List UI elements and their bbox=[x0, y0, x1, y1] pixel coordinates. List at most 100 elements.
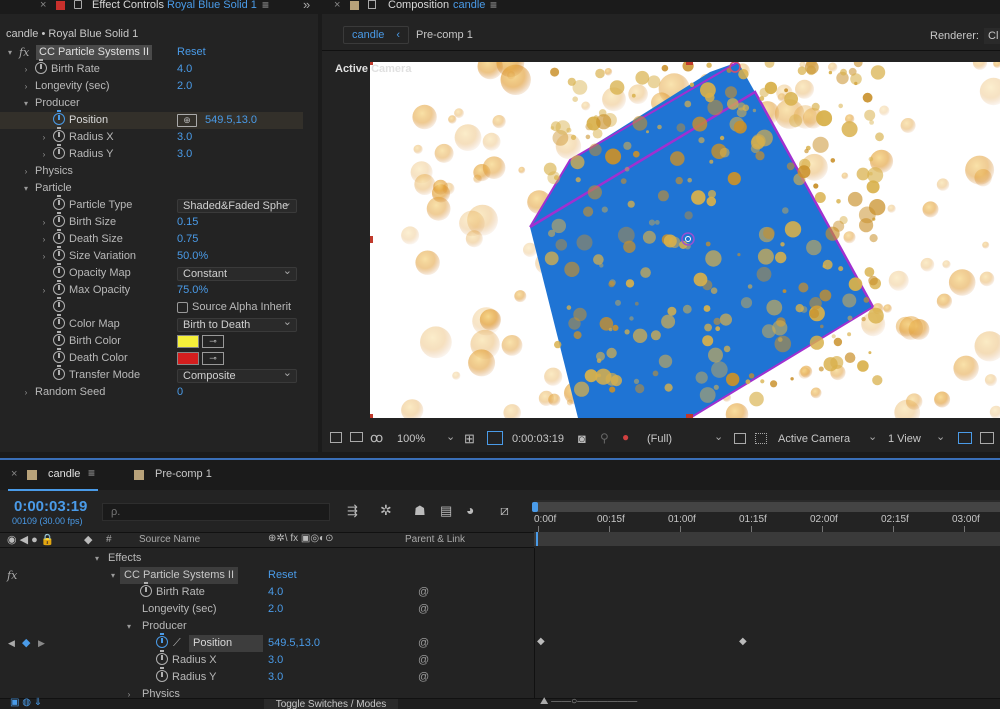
expand-arrow-icon[interactable]: › bbox=[21, 61, 31, 78]
tl-radius-y-value[interactable]: 3.0 bbox=[268, 669, 283, 686]
tl-radius-x-value[interactable]: 3.0 bbox=[268, 652, 283, 669]
tl-position-value[interactable]: 549.5,13.0 bbox=[268, 635, 320, 652]
eyedropper-icon[interactable]: ⊸ bbox=[202, 335, 224, 348]
opacity-map-dropdown[interactable]: Constant bbox=[177, 265, 297, 281]
expand-arrow-icon[interactable]: › bbox=[39, 129, 49, 146]
comp-mini-flowchart-icon[interactable]: ⇶ bbox=[347, 503, 358, 519]
chevron-down-icon[interactable]: ⌄ bbox=[868, 430, 877, 443]
composition-tab[interactable]: × Composition candle ≡ bbox=[322, 0, 1000, 14]
panel-menu-icon[interactable]: ≡ bbox=[262, 0, 269, 12]
effect-controls-tab[interactable]: × Effect Controls Royal Blue Solid 1 ≡ bbox=[0, 0, 318, 14]
transparency-grid-icon[interactable] bbox=[755, 433, 767, 444]
stopwatch-active-icon[interactable] bbox=[53, 110, 65, 125]
size-variation-value[interactable]: 50.0% bbox=[177, 248, 208, 265]
mask-visibility-icon[interactable]: ꝏ bbox=[370, 430, 383, 446]
pickwhip-icon[interactable]: @ bbox=[418, 635, 429, 652]
crosshair-icon[interactable]: ⊕ bbox=[177, 114, 197, 127]
graph-icon[interactable]: ⟋ bbox=[173, 635, 181, 652]
graph-editor-icon[interactable]: ⧄ bbox=[500, 502, 509, 519]
monitor-icon[interactable] bbox=[350, 432, 363, 442]
position-value[interactable]: 549.5,13.0 bbox=[205, 112, 257, 129]
ec-group-particle[interactable]: ▾ Particle bbox=[0, 180, 303, 197]
chevron-down-icon[interactable]: ⌄ bbox=[714, 430, 723, 443]
fx-icon[interactable]: fx bbox=[19, 44, 29, 61]
work-area-start-handle[interactable] bbox=[532, 502, 538, 512]
safe-margins-icon[interactable]: ⊞ bbox=[464, 431, 475, 447]
panel-menu-icon[interactable]: ≡ bbox=[88, 466, 95, 480]
snapshot-icon[interactable]: ◙ bbox=[578, 431, 586, 446]
draft-3d-icon[interactable]: ✲ bbox=[380, 502, 392, 519]
expand-panels-icon[interactable]: » bbox=[303, 0, 310, 12]
lock-icon[interactable] bbox=[368, 0, 376, 9]
channel-icon[interactable]: ● bbox=[622, 430, 629, 444]
pickwhip-icon[interactable]: @ bbox=[418, 669, 429, 686]
composition-viewer[interactable] bbox=[370, 62, 1000, 418]
stopwatch-active-icon[interactable] bbox=[156, 633, 168, 648]
zoom-dropdown[interactable]: 100% bbox=[397, 433, 425, 445]
work-area-bar[interactable] bbox=[534, 502, 1000, 512]
max-opacity-value[interactable]: 75.0% bbox=[177, 282, 208, 299]
pickwhip-icon[interactable]: @ bbox=[418, 652, 429, 669]
birth-color-swatch[interactable] bbox=[177, 335, 199, 348]
fast-preview-icon[interactable] bbox=[734, 433, 746, 444]
particle-type-dropdown[interactable]: Shaded&Faded Sphe bbox=[177, 197, 297, 213]
keyframe[interactable]: ◆ bbox=[739, 636, 747, 647]
keyframe[interactable]: ◆ bbox=[537, 636, 545, 647]
eyedropper-icon[interactable]: ⊸ bbox=[202, 352, 224, 365]
toggle-pixel-aspect-icon[interactable] bbox=[958, 432, 972, 444]
av-switches-icon[interactable]: ◉ ◀ ● 🔒 bbox=[7, 533, 55, 546]
timeline-reset-link[interactable]: Reset bbox=[268, 567, 297, 584]
toggle-switches-modes-button[interactable]: Toggle Switches / Modes bbox=[264, 699, 398, 709]
color-map-dropdown[interactable]: Birth to Death bbox=[177, 316, 297, 332]
ec-group-physics[interactable]: › Physics bbox=[0, 163, 303, 180]
layer-switches-pane-icon[interactable]: ▣ ◍ ⇓ bbox=[10, 697, 42, 708]
motion-blur-icon[interactable]: ◕ bbox=[466, 502, 474, 518]
source-alpha-checkbox[interactable] bbox=[177, 302, 188, 313]
tl-row-effects[interactable]: ▾ Effects bbox=[0, 550, 534, 567]
stopwatch-icon[interactable] bbox=[140, 582, 152, 597]
renderer-dropdown[interactable]: Cl bbox=[984, 28, 1000, 44]
transfer-mode-dropdown[interactable]: Composite bbox=[177, 367, 297, 383]
timeline-timecode[interactable]: 0:00:03:19 bbox=[14, 498, 87, 515]
ec-group-producer[interactable]: ▾ Producer bbox=[0, 95, 303, 112]
close-tab-icon[interactable]: × bbox=[40, 0, 46, 11]
panel-menu-icon[interactable]: ≡ bbox=[490, 0, 497, 12]
label-tag-icon[interactable]: ◆ bbox=[84, 533, 92, 546]
tl-longevity-value[interactable]: 2.0 bbox=[268, 601, 283, 618]
close-tab-icon[interactable]: × bbox=[11, 468, 17, 480]
fx-icon[interactable]: fx bbox=[7, 567, 17, 584]
column-source-name[interactable]: Source Name bbox=[139, 534, 200, 545]
layer-switches-icon[interactable]: ⊕✲\ fx ▣◎◐⊙ bbox=[268, 533, 333, 544]
prev-keyframe-icon[interactable]: ◀ bbox=[8, 635, 15, 652]
layer-handle[interactable] bbox=[370, 236, 373, 243]
close-tab-icon[interactable]: × bbox=[334, 0, 340, 11]
pickwhip-icon[interactable]: @ bbox=[418, 601, 429, 618]
flow-next-comp[interactable]: Pre-comp 1 bbox=[416, 29, 473, 41]
layer-handle[interactable] bbox=[370, 414, 373, 418]
chevron-down-icon[interactable]: ⌄ bbox=[446, 430, 455, 443]
pickwhip-icon[interactable]: @ bbox=[418, 584, 429, 601]
frame-blending-icon[interactable]: ▤ bbox=[440, 503, 452, 519]
region-of-interest-icon[interactable] bbox=[487, 431, 503, 445]
tl-row-producer[interactable]: ▾ Producer bbox=[0, 618, 534, 635]
chevron-down-icon[interactable]: ⌄ bbox=[936, 430, 945, 443]
view-layout-dropdown[interactable]: 1 View bbox=[888, 433, 921, 445]
column-parent-link[interactable]: Parent & Link bbox=[405, 534, 465, 545]
random-seed-value[interactable]: 0 bbox=[177, 384, 183, 401]
death-size-value[interactable]: 0.75 bbox=[177, 231, 198, 248]
add-keyframe-icon[interactable]: ◆ bbox=[22, 635, 30, 652]
fast-previews-icon[interactable] bbox=[980, 432, 994, 444]
expand-arrow-icon[interactable]: › bbox=[21, 78, 31, 95]
zoom-out-icon[interactable]: ⛰ ━━○━━━━━━ bbox=[540, 696, 637, 707]
birth-rate-value[interactable]: 4.0 bbox=[177, 61, 192, 78]
layer-search-input[interactable] bbox=[102, 503, 330, 521]
effect-name[interactable]: CC Particle Systems II bbox=[36, 45, 153, 60]
stopwatch-icon[interactable] bbox=[35, 59, 47, 74]
timeline-tab-precomp[interactable]: Pre-comp 1 bbox=[155, 468, 212, 480]
show-snapshot-icon[interactable]: ⚲ bbox=[600, 431, 609, 445]
death-color-swatch[interactable] bbox=[177, 352, 199, 365]
birth-size-value[interactable]: 0.15 bbox=[177, 214, 198, 231]
camera-dropdown[interactable]: Active Camera bbox=[778, 433, 850, 445]
always-preview-icon[interactable] bbox=[330, 432, 342, 443]
radius-x-value[interactable]: 3.0 bbox=[177, 129, 192, 146]
